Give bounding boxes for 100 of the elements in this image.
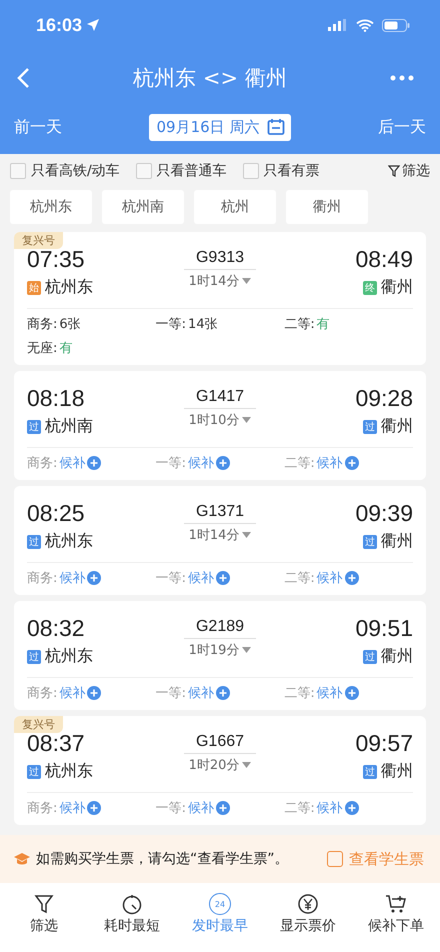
duration: 1时14分: [188, 527, 240, 544]
station-chip[interactable]: 杭州南: [102, 190, 184, 224]
caret-icon[interactable]: [242, 647, 252, 653]
plus-icon[interactable]: [344, 801, 359, 815]
date-picker[interactable]: 09月16日 周六: [148, 114, 292, 140]
plus-icon[interactable]: [216, 571, 230, 585]
seat-availability: 有: [316, 316, 330, 333]
checkbox[interactable]: [327, 851, 343, 867]
train-number: G1667: [184, 733, 256, 754]
station-name: 衢州: [381, 761, 413, 782]
caret-icon[interactable]: [242, 278, 252, 284]
train-number: G2189: [184, 618, 256, 639]
seat-class: 商务:: [27, 800, 58, 817]
station-name: 衢州: [381, 277, 413, 298]
seat-class: 一等:: [156, 685, 186, 702]
filter-icon: [34, 893, 54, 915]
arrival-time: 09:57: [355, 730, 413, 757]
train-card[interactable]: 08:18 过 杭州南 G1417 1时10分 09:28 过 衢州 商务:候补 一等:候补 二等:候补: [14, 371, 426, 480]
station-name: 衢州: [381, 531, 413, 552]
filter-label: 只看普通车: [156, 162, 227, 180]
plus-icon[interactable]: [87, 571, 102, 585]
station-name: 杭州东: [45, 646, 93, 667]
seat-class: 二等:: [284, 455, 315, 472]
bottom-tab[interactable]: 筛选: [0, 883, 88, 952]
arrival-time: 09:51: [355, 615, 413, 642]
station-badge: 过: [363, 534, 377, 548]
plus-icon[interactable]: [87, 456, 102, 470]
departure-time: 08:32: [27, 615, 85, 642]
station-name: 衢州: [381, 646, 413, 667]
timer-icon: [121, 893, 143, 915]
duration: 1时14分: [188, 273, 240, 290]
yen-icon: [297, 893, 319, 915]
wifi-icon: [356, 18, 374, 32]
station-badge: 终: [363, 280, 377, 294]
station-badge: 过: [27, 650, 41, 664]
bottom-tab[interactable]: 显示票价: [264, 883, 352, 952]
arrival-time: 08:49: [355, 246, 413, 273]
seat-class: 商务:: [27, 455, 58, 472]
bottom-tab[interactable]: 耗时最短: [88, 883, 176, 952]
plus-icon[interactable]: [87, 686, 102, 700]
departure-time: 07:35: [27, 246, 85, 273]
checkbox[interactable]: [136, 163, 152, 179]
filter-label: 只看高铁/动车: [31, 162, 120, 180]
seat-availability: 候补: [188, 685, 214, 702]
checkbox[interactable]: [242, 163, 259, 179]
checkbox[interactable]: [10, 163, 26, 179]
train-number: G9313: [184, 249, 256, 270]
seat-class: 无座:: [27, 340, 58, 357]
seat-class: 商务:: [27, 316, 58, 333]
seat-availability: 有: [59, 340, 72, 357]
more-icon[interactable]: [390, 75, 414, 81]
seat-class: 一等:: [156, 570, 186, 587]
caret-icon[interactable]: [242, 532, 252, 538]
back-icon[interactable]: [16, 67, 30, 89]
seat-availability: 候补: [188, 800, 214, 817]
station-badge: 过: [27, 420, 41, 434]
train-tag: 复兴号: [14, 232, 63, 249]
status-time: 16:03: [36, 14, 82, 36]
departure-time: 08:37: [27, 730, 85, 757]
train-card[interactable]: 复兴号 07:35 始 杭州东 G9313 1时14分 08:49 终 衢州 商务:6张 一等:14张 二等:有 无座:有: [14, 232, 426, 365]
train-card[interactable]: 08:25 过 杭州东 G1371 1时14分 09:39 过 衢州 商务:候补 一等:候补 二等:候补: [14, 486, 426, 595]
caret-icon[interactable]: [242, 762, 252, 768]
arrival-time: 09:39: [355, 500, 413, 527]
route-title: 杭州东 <> 衢州: [132, 65, 288, 92]
filter-button[interactable]: 筛选: [388, 162, 430, 180]
plus-icon[interactable]: [344, 456, 359, 470]
station-name: 杭州东: [45, 761, 93, 782]
seat-class: 二等:: [284, 570, 315, 587]
plus-icon[interactable]: [216, 801, 230, 815]
seat-availability: 候补: [316, 685, 343, 702]
bottom-tab[interactable]: 候补下单: [352, 883, 440, 952]
plus-icon[interactable]: [216, 456, 230, 470]
station-name: 杭州南: [45, 416, 93, 437]
seat-availability: 候补: [59, 455, 86, 472]
station-badge: 过: [27, 764, 41, 778]
station-chip[interactable]: 杭州: [194, 190, 276, 224]
train-card[interactable]: 复兴号 08:37 过 杭州东 G1667 1时20分 09:57 过 衢州 商务:候补 一等:候补 二等:候补: [14, 716, 426, 825]
seat-availability: 6张: [59, 316, 81, 333]
seat-class: 商务:: [27, 685, 58, 702]
plus-icon[interactable]: [344, 571, 359, 585]
duration: 1时20分: [188, 757, 240, 774]
departure-time: 08:25: [27, 500, 85, 527]
caret-icon[interactable]: [242, 417, 252, 423]
battery-icon: [382, 18, 410, 32]
filter-icon: [388, 165, 400, 177]
clock-icon: 24: [209, 893, 231, 915]
station-chip[interactable]: 杭州东: [10, 190, 92, 224]
seat-class: 二等:: [284, 800, 315, 817]
train-card[interactable]: 08:32 过 杭州东 G2189 1时19分 09:51 过 衢州 商务:候补 一等:候补 二等:候补: [14, 601, 426, 710]
plus-icon[interactable]: [87, 801, 102, 815]
station-badge: 过: [27, 534, 41, 548]
seat-availability: 14张: [188, 316, 218, 333]
plus-icon[interactable]: [344, 686, 359, 700]
seat-class: 二等:: [284, 685, 315, 702]
location-arrow-icon: [86, 18, 100, 32]
station-chip[interactable]: 衢州: [286, 190, 368, 224]
plus-icon[interactable]: [216, 686, 230, 700]
station-name: 杭州东: [45, 277, 93, 298]
calendar-icon: [267, 118, 286, 136]
station-badge: 过: [363, 420, 377, 434]
